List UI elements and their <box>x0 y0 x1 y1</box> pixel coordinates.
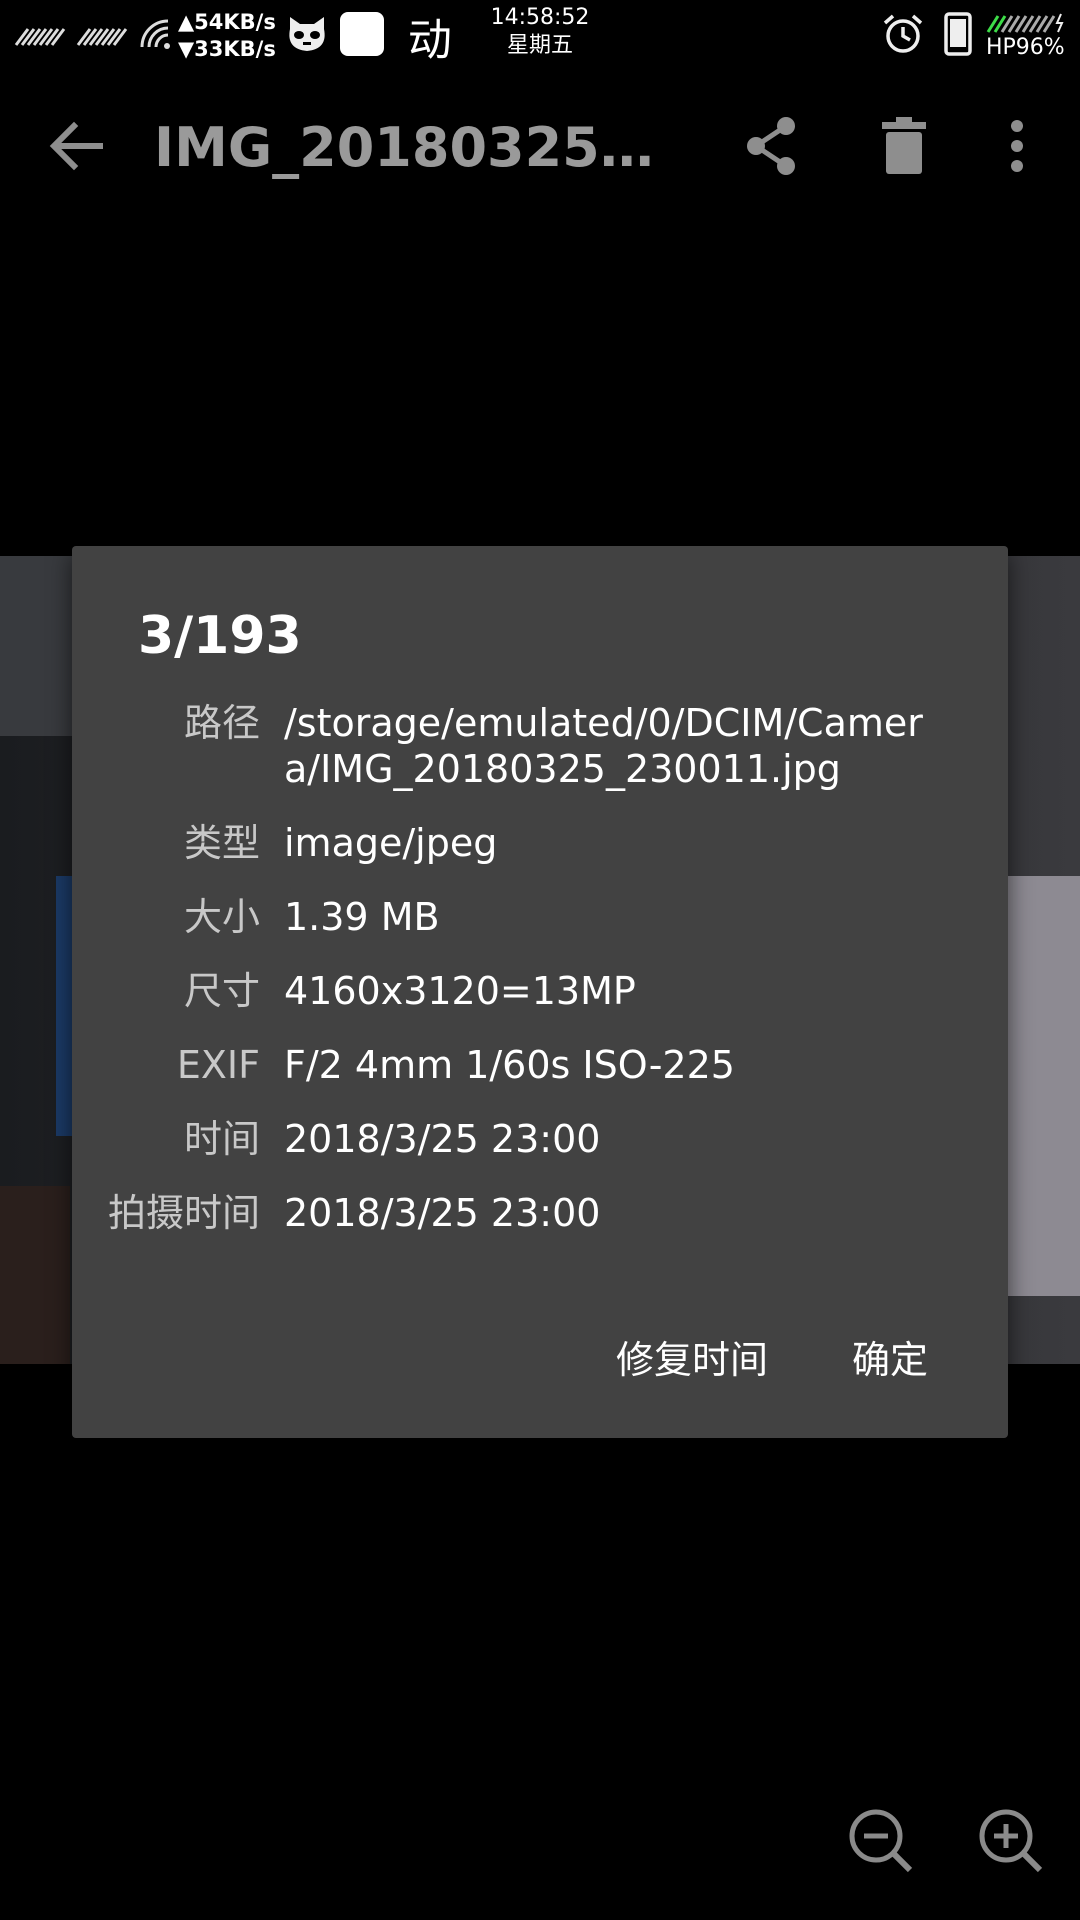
detail-label: 拍摄时间 <box>107 1191 260 1235</box>
battery-text: HP96% <box>986 35 1065 60</box>
detail-label: 尺寸 <box>183 969 260 1013</box>
detail-row-capture-time: 拍摄时间 2018/3/25 23:00 <box>72 1190 1008 1236</box>
detail-row-path: 路径 /storage/emulated/0/DCIM/Camera/IMG_2… <box>72 700 1008 792</box>
photo-region <box>0 1186 70 1364</box>
signal-icon-2 <box>76 25 132 47</box>
status-bar-left: ▲54KB/s ▼33KB/s 动 <box>14 6 452 66</box>
battery: HP96% <box>986 11 1066 61</box>
status-bar-right: HP96% <box>882 6 1066 66</box>
upload-speed: ▲54KB/s <box>178 10 276 34</box>
clock-time: 14:58:52 <box>490 5 590 30</box>
detail-row-size: 大小 1.39 MB <box>72 894 1008 940</box>
status-clock: 14:58:52 星期五 <box>480 4 600 60</box>
app-bar: IMG_20180325_23… <box>0 72 1080 216</box>
wifi-icon <box>138 17 174 55</box>
white-square-icon <box>338 10 386 62</box>
detail-value: 1.39 MB <box>284 895 440 939</box>
share-icon[interactable] <box>740 114 804 178</box>
battery-icon <box>986 11 1066 35</box>
detail-label: 时间 <box>183 1117 260 1161</box>
detail-value: F/2 4mm 1/60s ISO-225 <box>284 1043 735 1087</box>
signal-icon <box>14 25 70 47</box>
clock-weekday: 星期五 <box>506 33 573 58</box>
dialog-actions: 修复时间 确定 <box>532 1332 928 1388</box>
ok-button[interactable]: 确定 <box>852 1332 928 1388</box>
detail-label: 路径 <box>183 701 260 745</box>
detail-value: image/jpeg <box>284 821 498 865</box>
dialog-title: 3/193 <box>138 606 302 666</box>
app-dong-icon: 动 <box>407 15 452 66</box>
more-vert-icon[interactable] <box>992 114 1042 178</box>
detail-value: 4160x3120=13MP <box>284 969 636 1013</box>
fix-time-button[interactable]: 修复时间 <box>616 1332 768 1388</box>
zoom-in-icon[interactable] <box>978 1808 1044 1874</box>
download-speed: ▼33KB/s <box>178 37 276 61</box>
detail-label: 大小 <box>183 895 260 939</box>
zoom-out-icon[interactable] <box>848 1808 914 1874</box>
detail-row-time: 时间 2018/3/25 23:00 <box>72 1116 1008 1162</box>
page-title: IMG_20180325_23… <box>154 116 664 179</box>
alarm-icon <box>882 13 924 59</box>
detail-row-type: 类型 image/jpeg <box>72 820 1008 866</box>
detail-label: 类型 <box>183 821 260 865</box>
photo-region <box>0 556 80 736</box>
charging-icon <box>1055 13 1064 33</box>
detail-value: /storage/emulated/0/DCIM/Camera/IMG_2018… <box>284 701 923 791</box>
delete-icon[interactable] <box>872 114 936 178</box>
status-bar: ▲54KB/s ▼33KB/s 动 14:58:52 星期五 HP96% <box>0 0 1080 72</box>
detail-value: 2018/3/25 23:00 <box>284 1191 601 1235</box>
back-arrow-icon[interactable] <box>44 114 108 178</box>
details-list: 路径 /storage/emulated/0/DCIM/Camera/IMG_2… <box>72 700 1008 1264</box>
detail-label: EXIF <box>176 1043 260 1087</box>
detail-row-exif: EXIF F/2 4mm 1/60s ISO-225 <box>72 1042 1008 1088</box>
detail-value: 2018/3/25 23:00 <box>284 1117 601 1161</box>
cat-app-icon <box>286 15 328 57</box>
network-speed: ▲54KB/s ▼33KB/s <box>178 9 276 63</box>
detail-row-dimensions: 尺寸 4160x3120=13MP <box>72 968 1008 1014</box>
details-dialog: 3/193 路径 /storage/emulated/0/DCIM/Camera… <box>72 546 1008 1438</box>
phone-icon <box>944 12 972 60</box>
